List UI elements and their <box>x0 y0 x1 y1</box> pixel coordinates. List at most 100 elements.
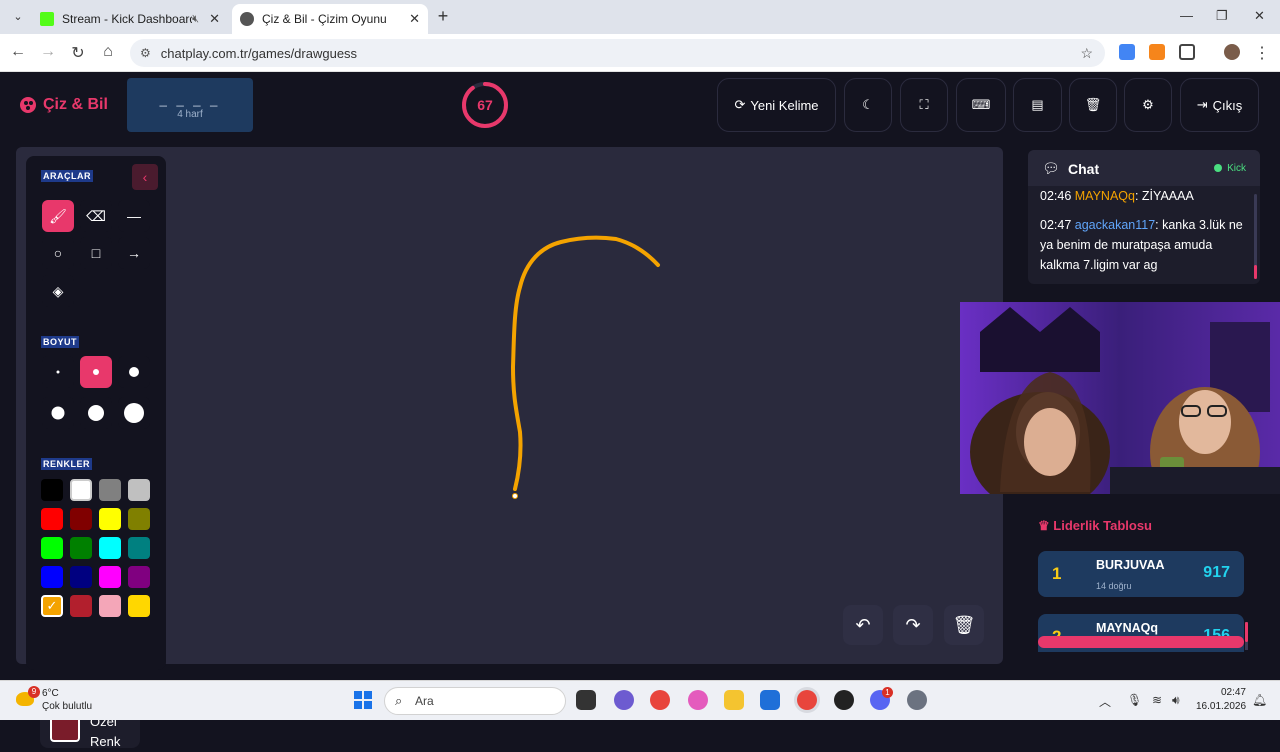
color-swatch[interactable] <box>70 595 92 617</box>
size-option-5[interactable] <box>80 397 112 429</box>
undo-button[interactable]: ↶ <box>843 605 883 645</box>
color-swatch[interactable] <box>99 537 121 559</box>
tab-search-dropdown[interactable]: ⌄ <box>8 7 28 27</box>
chrome-active-icon[interactable] <box>797 690 817 710</box>
color-swatch[interactable] <box>70 537 92 559</box>
color-swatch[interactable] <box>99 595 121 617</box>
chat-header: 💬︎ Chat Kick <box>1028 150 1260 186</box>
taskbar-search-box[interactable]: ⌕ Ara <box>384 687 566 715</box>
color-swatch[interactable] <box>128 595 150 617</box>
bookmark-star-icon[interactable]: ☆ <box>1080 45 1093 62</box>
message-text: ZİYAAAA <box>1141 189 1194 203</box>
clear-canvas-button[interactable]: 🗑︎ <box>944 605 984 645</box>
settings-button[interactable]: ⚙︎ <box>1124 78 1172 132</box>
tab-title: Stream - Kick Dashboard <box>62 12 193 26</box>
color-swatch[interactable] <box>128 479 150 501</box>
exit-button[interactable]: ⇥ Çıkış <box>1180 78 1259 132</box>
minimize-icon[interactable]: — <box>1180 8 1193 23</box>
tab-kick-dashboard[interactable]: Stream - Kick Dashboard 🔇︎ ✕ <box>32 4 228 34</box>
size-option-2[interactable] <box>80 356 112 388</box>
color-swatch[interactable] <box>41 537 63 559</box>
word-letter-count: 4 harf <box>177 109 203 120</box>
arrow-tool[interactable]: → <box>118 237 150 269</box>
home-icon[interactable]: ⌂ <box>98 43 118 61</box>
close-tab-icon[interactable]: ✕ <box>409 11 420 27</box>
fullscreen-button[interactable]: ⛶ <box>900 78 948 132</box>
brush-tool[interactable]: 🖌︎ <box>42 200 74 232</box>
size-option-4[interactable] <box>42 397 74 429</box>
close-tab-icon[interactable]: ✕ <box>209 11 220 27</box>
copilot-app-icon[interactable] <box>688 690 708 710</box>
color-swatch[interactable]: ✓ <box>41 595 63 617</box>
weather-badge: 9 <box>28 686 40 698</box>
browser-menu-icon[interactable]: ⋮ <box>1252 43 1272 63</box>
wifi-icon[interactable]: ≋ <box>1152 693 1162 707</box>
chat-scrollbar[interactable] <box>1254 194 1257 279</box>
obs-icon[interactable] <box>834 690 854 710</box>
color-swatch[interactable] <box>99 479 121 501</box>
size-option-3[interactable] <box>118 356 150 388</box>
search-placeholder: Ara <box>415 694 434 708</box>
system-clock[interactable]: 02:47 16.01.2026 <box>1196 686 1246 714</box>
tray-overflow-icon[interactable]: ︿ <box>1099 693 1111 710</box>
leaderboard-panel: ♛ Liderlik Tablosu 1 BURJUVAA 14 doğru 9… <box>1018 500 1263 652</box>
chat-messages: 02:46 MAYNAQq: ZİYAAAA 02:47 agackakan11… <box>1040 186 1250 284</box>
color-swatch[interactable] <box>128 566 150 588</box>
translate-extension-icon[interactable] <box>1119 44 1135 60</box>
color-swatch[interactable] <box>70 508 92 530</box>
dark-mode-button[interactable]: ☾ <box>844 78 892 132</box>
color-swatch[interactable] <box>99 508 121 530</box>
fill-bucket-tool[interactable]: ◈ <box>42 275 74 307</box>
color-swatch[interactable] <box>128 508 150 530</box>
task-view-icon[interactable] <box>576 690 596 710</box>
collapse-panel-button[interactable]: ‹ <box>132 164 158 190</box>
line-tool[interactable]: — <box>118 200 150 232</box>
tab-ciz-bil[interactable]: Çiz & Bil - Çizim Oyunu ✕ <box>232 4 428 34</box>
back-icon[interactable]: ← <box>8 43 28 61</box>
size-option-1[interactable] <box>42 356 74 388</box>
archive-button[interactable]: ▤ <box>1013 78 1062 132</box>
moon-icon: ☾ <box>862 97 874 112</box>
microphone-icon[interactable]: 🎙︎ <box>1127 693 1142 707</box>
color-swatch[interactable] <box>99 566 121 588</box>
muted-speaker-icon[interactable]: 🔇︎ <box>192 13 199 26</box>
volume-icon[interactable]: 🔊︎ <box>1172 693 1180 708</box>
leaderboard-scrollbar[interactable] <box>1245 622 1248 650</box>
restore-icon[interactable]: ❐ <box>1216 8 1228 24</box>
circle-tool[interactable]: ○ <box>42 237 74 269</box>
weather-widget[interactable]: 9 6°C Çok bulutlu <box>14 686 134 716</box>
new-tab-button[interactable]: + <box>434 6 452 27</box>
delete-button[interactable]: 🗑︎ <box>1069 78 1117 132</box>
chrome-icon[interactable] <box>650 690 670 710</box>
settings-app-icon[interactable] <box>907 690 927 710</box>
brand-logo[interactable]: Çiz & Bil <box>20 96 108 114</box>
clock-date: 16.01.2026 <box>1196 701 1247 712</box>
address-bar[interactable]: ⚙︎ chatplay.com.tr/games/drawguess ☆ <box>130 39 1105 67</box>
copilot-icon[interactable] <box>614 690 634 710</box>
reload-icon[interactable]: ↻ <box>68 43 88 63</box>
profile-avatar[interactable] <box>1224 44 1240 60</box>
metamask-extension-icon[interactable] <box>1149 44 1165 60</box>
color-swatch[interactable] <box>70 566 92 588</box>
file-explorer-icon[interactable] <box>724 690 744 710</box>
eraser-tool[interactable]: ⌫ <box>80 200 112 232</box>
keyboard-button[interactable]: ⌨ <box>956 78 1006 132</box>
color-swatch[interactable] <box>70 479 92 501</box>
color-swatch[interactable] <box>128 537 150 559</box>
extensions-puzzle-icon[interactable] <box>1179 44 1195 60</box>
chat-message: 02:46 MAYNAQq: ZİYAAAA <box>1040 189 1194 203</box>
rectangle-tool[interactable]: □ <box>80 237 112 269</box>
store-icon[interactable] <box>760 690 780 710</box>
close-window-icon[interactable]: ✕ <box>1254 8 1265 24</box>
notification-bell-icon[interactable]: 🔔︎ <box>1252 693 1267 707</box>
size-option-6[interactable] <box>118 397 150 429</box>
color-swatch[interactable] <box>41 566 63 588</box>
color-swatch[interactable] <box>41 508 63 530</box>
color-swatch[interactable] <box>41 479 63 501</box>
leaderboard-row: 1 BURJUVAA 14 doğru 917 <box>1038 551 1244 597</box>
windows-start-icon[interactable] <box>354 691 372 709</box>
redo-button[interactable]: ↷ <box>893 605 933 645</box>
new-word-button[interactable]: ⟳ Yeni Kelime <box>717 78 836 132</box>
site-info-icon[interactable]: ⚙︎ <box>140 46 151 60</box>
forward-icon[interactable]: → <box>38 43 58 61</box>
